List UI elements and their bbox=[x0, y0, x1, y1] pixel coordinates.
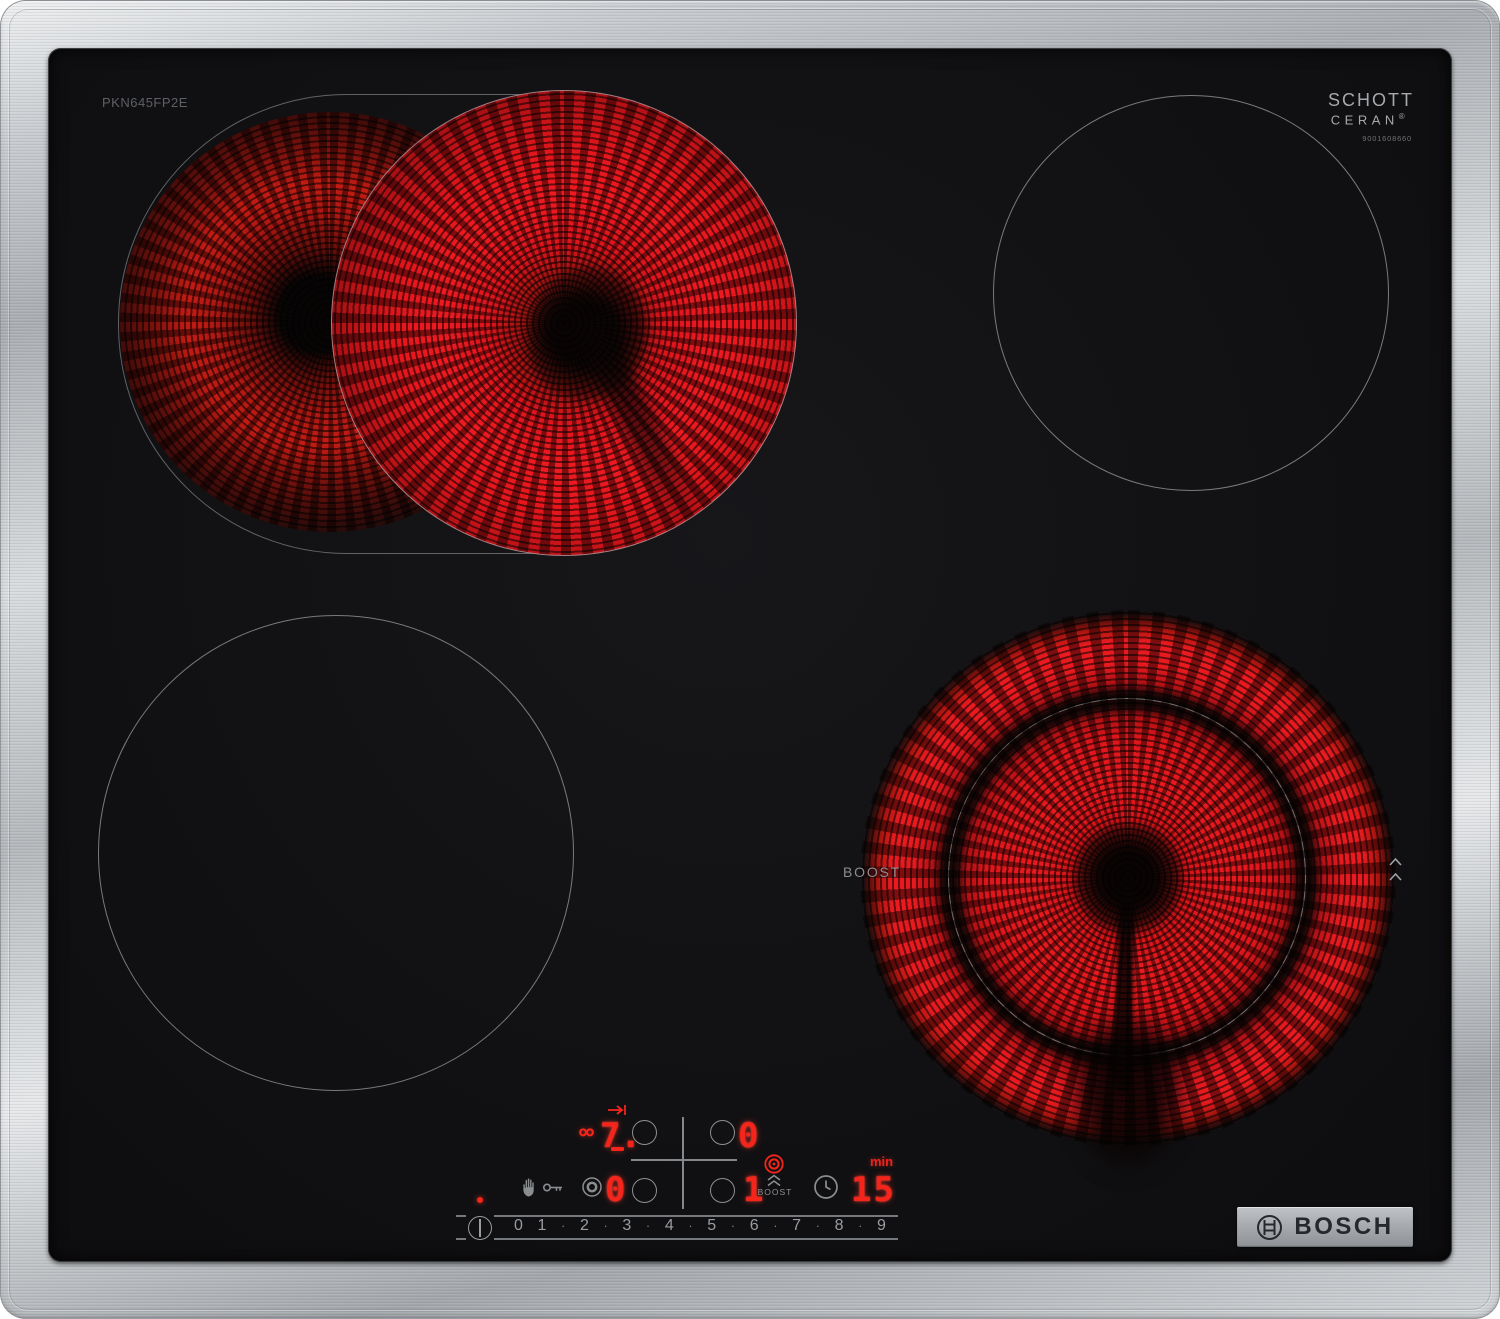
slider-level-7[interactable]: 7 bbox=[792, 1217, 801, 1235]
zone-select-bottom-right-button[interactable] bbox=[710, 1178, 735, 1203]
bosch-badge: BOSCH bbox=[1237, 1207, 1413, 1247]
power-indicator-dot bbox=[477, 1197, 483, 1203]
zone-bottom-right-inner-outline bbox=[948, 698, 1306, 1056]
timer-clock-icon[interactable] bbox=[812, 1173, 840, 1201]
timer-value-display: 15 bbox=[851, 1170, 896, 1210]
thermal-limiter-shadow bbox=[568, 308, 706, 534]
bosch-armature-icon bbox=[1257, 1214, 1283, 1240]
dual-circuit-select-icon[interactable] bbox=[581, 1176, 603, 1198]
dual-zone-indicator: ∞ bbox=[579, 1119, 595, 1144]
power-level-slider[interactable]: 0 1 · 2 · 3 · 4 · 5 · 6 · 7 · 8 · 9 bbox=[514, 1216, 886, 1235]
zone-select-bottom-left-button[interactable] bbox=[632, 1178, 657, 1203]
slider-level-6[interactable]: 6 bbox=[750, 1217, 759, 1235]
zone-bottom-left-outline bbox=[98, 615, 574, 1091]
registered-mark: ® bbox=[1398, 112, 1410, 121]
glass-print-code: 9001608660 bbox=[1362, 134, 1412, 144]
slider-level-5[interactable]: 5 bbox=[707, 1217, 716, 1235]
slider-separator: · bbox=[603, 1218, 608, 1233]
boost-control-label: BOOST bbox=[757, 1187, 793, 1197]
child-lock-hand-icon[interactable] bbox=[520, 1175, 540, 1198]
slider-level-9[interactable]: 9 bbox=[877, 1217, 886, 1235]
slider-rail-stub bbox=[456, 1238, 466, 1240]
zone-top-left-main-coil-glowing bbox=[331, 90, 797, 556]
child-lock-key-icon bbox=[542, 1181, 564, 1194]
zone-bottom-left-level-display: 0 bbox=[605, 1170, 626, 1210]
timer-unit-label: min bbox=[870, 1154, 894, 1169]
zone-top-right-level-display: 0 bbox=[738, 1116, 759, 1156]
power-button[interactable] bbox=[468, 1216, 492, 1240]
extension-segment-indicator bbox=[611, 1147, 624, 1151]
ceramic-glass-surface: PKN645FP2E SCHOTT CERAN® 9001608660 BOOS… bbox=[48, 48, 1452, 1262]
slider-separator: · bbox=[773, 1218, 778, 1233]
zone-select-top-left-button[interactable] bbox=[632, 1120, 657, 1145]
boost-bullseye-icon[interactable] bbox=[763, 1153, 785, 1175]
boost-chevrons-icon bbox=[767, 1174, 781, 1187]
bosch-ceramic-hob-photo: PKN645FP2E SCHOTT CERAN® 9001608660 BOOS… bbox=[0, 0, 1500, 1319]
slider-separator: · bbox=[645, 1218, 651, 1233]
zone-select-cross-horizontal bbox=[631, 1159, 737, 1161]
slider-rail-stub bbox=[494, 1238, 502, 1240]
zone-select-top-right-button[interactable] bbox=[710, 1120, 735, 1145]
slider-level-4[interactable]: 4 bbox=[665, 1217, 674, 1235]
bosch-wordmark: BOSCH bbox=[1294, 1213, 1394, 1240]
slider-separator: · bbox=[688, 1218, 693, 1233]
boost-glass-chevrons-icon bbox=[1389, 856, 1402, 884]
zone-top-right-outline bbox=[993, 95, 1389, 491]
element-lead-shadow bbox=[1068, 1010, 1188, 1175]
slider-level-2[interactable]: 2 bbox=[580, 1217, 589, 1235]
slider-level-0[interactable]: 0 bbox=[514, 1217, 523, 1235]
heating-element-center-shadow bbox=[1073, 823, 1183, 933]
slider-rail-stub bbox=[494, 1215, 502, 1217]
zone-select-cross-vertical bbox=[682, 1117, 684, 1209]
slider-separator: · bbox=[730, 1218, 736, 1233]
slider-rail-stub bbox=[456, 1215, 466, 1217]
glass-brand-line1: SCHOTT bbox=[1328, 90, 1414, 110]
zone-bottom-right-coil-glowing bbox=[860, 610, 1396, 1175]
slider-rail-bottom bbox=[502, 1238, 898, 1240]
slider-separator: · bbox=[815, 1218, 820, 1233]
slider-level-3[interactable]: 3 bbox=[622, 1217, 631, 1235]
slider-separator: · bbox=[561, 1218, 566, 1233]
heating-element-center-shadow bbox=[511, 252, 663, 415]
glass-brand-print: SCHOTT CERAN® 9001608660 bbox=[1328, 90, 1412, 143]
thermal-limiter-shadow bbox=[1113, 877, 1136, 1094]
slider-level-1[interactable]: 1 bbox=[538, 1217, 547, 1235]
glass-brand-line2: CERAN® bbox=[1330, 112, 1410, 128]
model-number-print: PKN645FP2E bbox=[102, 95, 188, 110]
slider-separator: · bbox=[858, 1218, 863, 1233]
slider-level-8[interactable]: 8 bbox=[835, 1217, 844, 1235]
boost-zone-marking: BOOST bbox=[843, 864, 902, 880]
